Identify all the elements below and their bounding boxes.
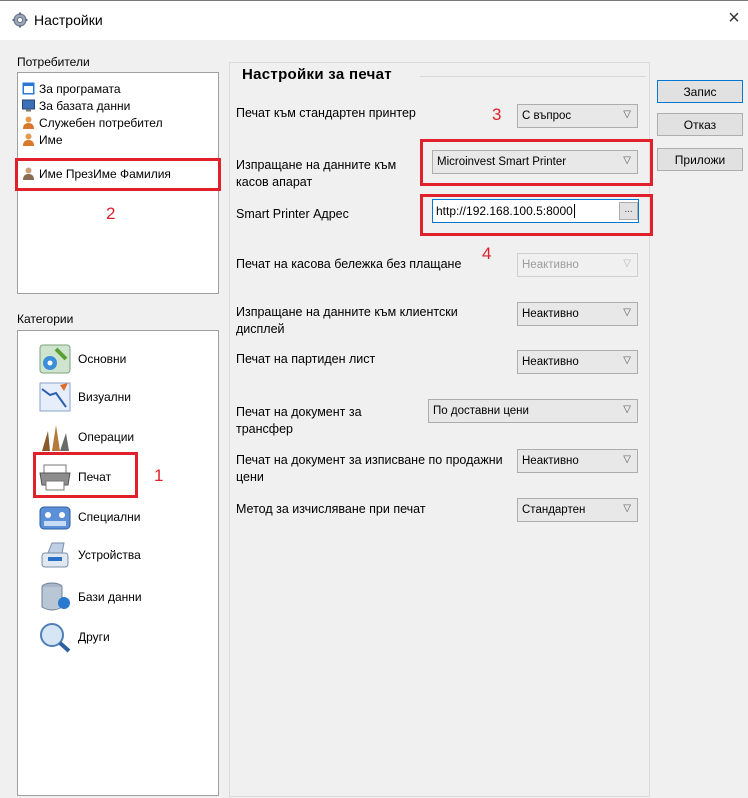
category-item-label: Специални [78, 510, 141, 524]
user-item-about-program[interactable]: За програмата [22, 81, 121, 96]
apply-button[interactable]: Приложи [657, 148, 743, 171]
category-item-databases[interactable]: Бази данни [38, 579, 142, 615]
calculation-method-select[interactable]: Стандартен ▽ [517, 498, 638, 522]
category-item-label: Операции [78, 430, 135, 444]
category-item-label: Устройства [78, 548, 141, 562]
user-item-label: За програмата [39, 81, 121, 96]
visual-icon [39, 382, 71, 412]
window-title: Настройки [34, 12, 103, 28]
print-settings-title: Настройки за печат [242, 66, 392, 83]
special-icon [39, 506, 71, 530]
cancel-button[interactable]: Отказ [657, 113, 743, 136]
category-item-operations[interactable]: Операции [38, 419, 134, 455]
category-item-special[interactable]: Специални [38, 499, 140, 535]
receipt-without-payment-select: Неактивно ▽ [517, 253, 638, 277]
chevron-down-icon: ▽ [623, 355, 631, 366]
categories-group-label: Категории [17, 312, 74, 326]
label-write-off-document: Печат на документ за изписване по продаж… [236, 453, 503, 484]
label-receipt-without-payment: Печат на касова бележка без плащане [236, 257, 462, 271]
operations-icon [42, 425, 69, 451]
transfer-document-select[interactable]: По доставни цени ▽ [428, 399, 638, 423]
chevron-down-icon: ▽ [623, 307, 631, 318]
user-item-label: За базата данни [39, 98, 131, 113]
gear-icon [12, 12, 28, 28]
category-item-devices[interactable]: Устройства [38, 537, 141, 573]
combo-value: Неактивно [522, 356, 579, 368]
combo-value: С въпрос [522, 110, 572, 122]
label-smart-printer-address: Smart Printer Адрес [236, 207, 349, 221]
label-send-to-cash-register: Изпращане на данните към касов апарат [236, 158, 397, 189]
batch-sheet-select[interactable]: Неактивно ▽ [517, 350, 638, 374]
database-icon [41, 582, 70, 611]
user-item-about-database[interactable]: За базата данни [22, 98, 130, 113]
other-icon [40, 623, 71, 653]
chevron-down-icon: ▽ [623, 503, 631, 514]
chevron-down-icon: ▽ [623, 454, 631, 465]
annotation-number-4: 4 [482, 244, 492, 263]
section-divider [420, 76, 646, 77]
user-item-name[interactable]: Име [22, 132, 63, 147]
annotation-number-2: 2 [106, 204, 116, 223]
user-item-label: Служебен потребител [39, 115, 163, 130]
client-display-select[interactable]: Неактивно ▽ [517, 302, 638, 326]
combo-value: По доставни цени [433, 405, 529, 417]
basic-settings-icon [39, 344, 71, 374]
user-icon [23, 116, 34, 129]
highlight-box-selected-user [15, 158, 221, 191]
category-item-label: Основни [78, 352, 127, 366]
highlight-box-print-category [33, 452, 138, 498]
categories-list[interactable]: Основни Визуални Операции Печат Специалн… [17, 330, 219, 796]
combo-value: Стандартен [522, 504, 586, 516]
close-button[interactable]: × [724, 7, 744, 30]
label-client-display: Изпращане на данните към клиентски диспл… [236, 305, 458, 336]
annotation-number-1: 1 [154, 466, 164, 485]
chevron-down-icon: ▽ [623, 404, 631, 415]
label-batch-sheet: Печат на партиден лист [236, 352, 376, 366]
write-off-document-select[interactable]: Неактивно ▽ [517, 449, 638, 473]
user-icon [23, 133, 34, 146]
category-item-other[interactable]: Други [38, 619, 110, 655]
title-bar [0, 0, 748, 40]
category-item-label: Визуални [78, 390, 131, 404]
monitor-icon [22, 99, 35, 112]
label-transfer-document: Печат на документ за трансфер [236, 405, 362, 436]
combo-value: Неактивно [522, 455, 579, 467]
label-calculation-method: Метод за изчисляване при печат [236, 502, 426, 516]
users-group-label: Потребители [17, 55, 90, 69]
annotation-number-3: 3 [492, 105, 502, 124]
chevron-down-icon: ▽ [623, 258, 631, 269]
category-item-label: Бази данни [78, 590, 142, 604]
combo-value: Неактивно [522, 259, 579, 271]
standard-printer-select[interactable]: С въпрос ▽ [517, 104, 638, 128]
highlight-box-smart-printer-address [420, 194, 653, 236]
label-standard-printer: Печат към стандартен принтер [236, 106, 416, 120]
category-item-basic[interactable]: Основни [38, 341, 126, 377]
windows-app-icon [22, 82, 35, 95]
highlight-box-cash-register [420, 139, 653, 186]
save-button[interactable]: Запис [657, 80, 743, 103]
combo-value: Неактивно [522, 308, 579, 320]
chevron-down-icon: ▽ [623, 109, 631, 120]
category-item-visual[interactable]: Визуални [38, 379, 131, 415]
user-item-service-user[interactable]: Служебен потребител [22, 115, 163, 130]
category-item-label: Други [78, 630, 110, 644]
devices-icon [41, 542, 69, 568]
user-item-label: Име [39, 132, 63, 147]
